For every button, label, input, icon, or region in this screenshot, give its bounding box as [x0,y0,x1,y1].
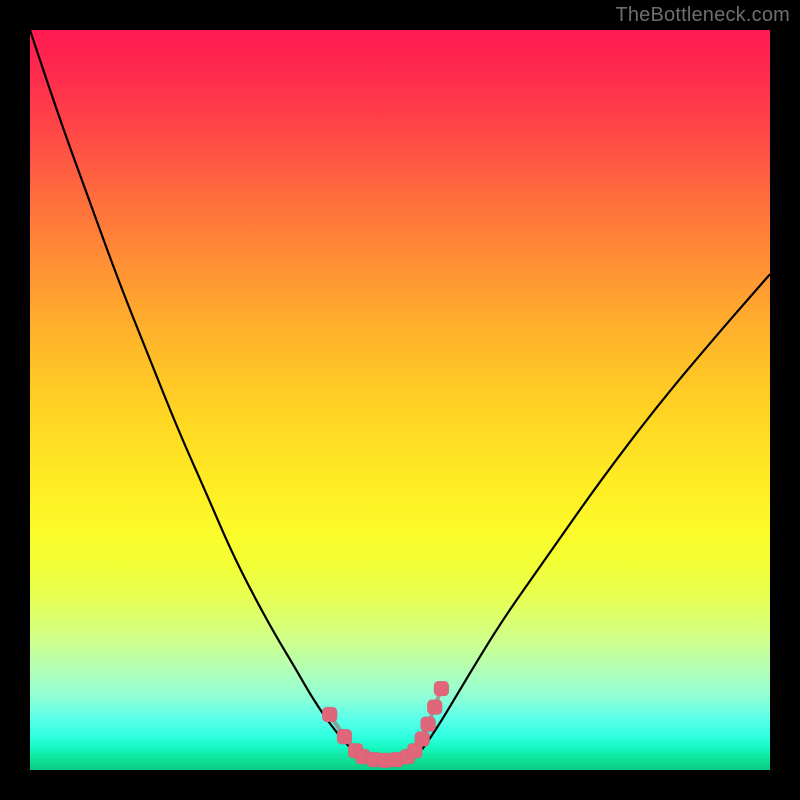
chart-frame: TheBottleneck.com [0,0,800,800]
valley-marker [337,729,352,744]
valley-marker [415,732,430,747]
valley-marker [427,700,442,715]
valley-marker [434,681,449,696]
valley-marker [421,717,436,732]
valley-marker [322,707,337,722]
curve-layer [30,30,770,770]
left-curve [30,30,356,754]
marker-group [322,681,449,768]
watermark-text: TheBottleneck.com [615,4,790,27]
right-curve [422,274,770,749]
plot-area [30,30,770,770]
